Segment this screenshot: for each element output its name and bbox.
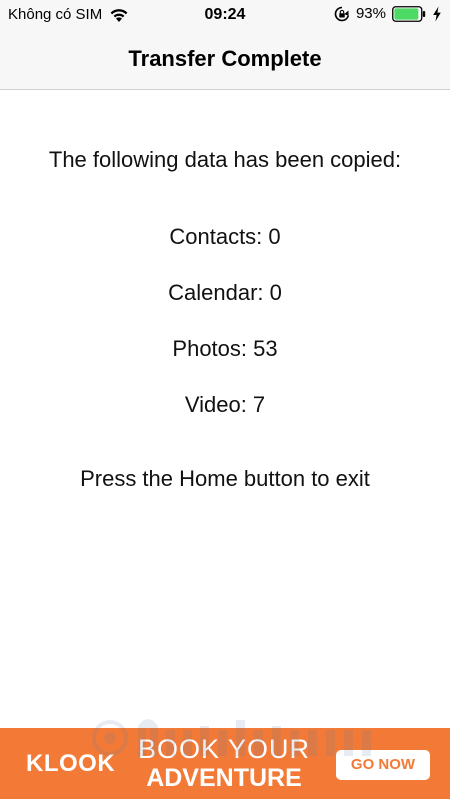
page-title: Transfer Complete <box>128 46 322 71</box>
battery-percent: 93% <box>355 5 386 22</box>
battery-icon <box>392 5 426 22</box>
charge-icon <box>433 6 441 21</box>
ad-headline-bottom: ADVENTURE <box>146 764 302 792</box>
video-count: Video: 7 <box>184 392 266 417</box>
ad-brand-logo: KLOOK <box>26 750 116 777</box>
contacts-count: Contacts: 0 <box>169 224 281 249</box>
exit-hint: Press the Home button to exit <box>80 466 370 491</box>
status-bar: Không có SIM 09:24 93% <box>0 0 450 30</box>
ad-headline-top: BOOK YOUR <box>137 734 311 764</box>
nav-bar: Transfer Complete <box>0 30 450 90</box>
photos-count: Photos: 53 <box>172 336 278 361</box>
lock-rotation-icon <box>334 6 350 21</box>
ad-banner[interactable]: KLOOK BOOK YOUR ADVENTURE GO NOW <box>0 728 450 799</box>
calendar-count: Calendar: 0 <box>168 280 282 305</box>
ad-go-now-button[interactable]: GO NOW <box>336 750 430 780</box>
status-right: 93% <box>334 5 442 22</box>
summary-intro: The following data has been copied: <box>48 147 402 172</box>
